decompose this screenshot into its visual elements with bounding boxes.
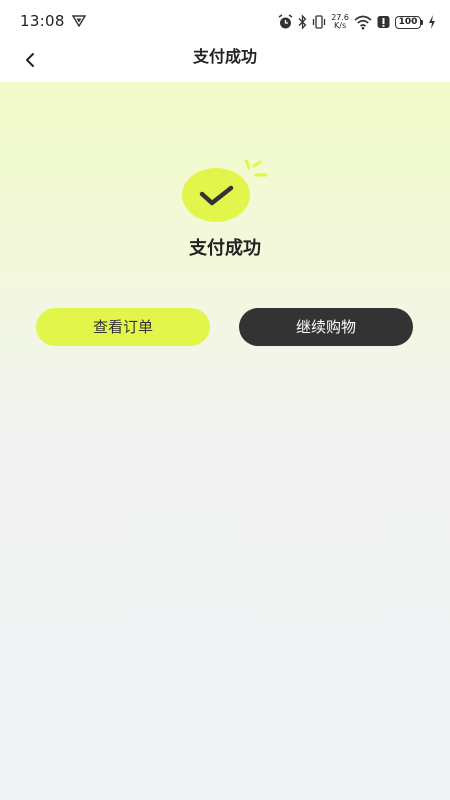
- battery-tip: [421, 19, 423, 25]
- charging-icon: [429, 15, 435, 29]
- success-check-icon: [182, 160, 268, 222]
- network-speed-unit: K/s: [334, 21, 347, 30]
- network-speed: 27.6 K/s: [331, 14, 349, 30]
- status-icons: 27.6 K/s 100: [278, 13, 436, 31]
- status-bar: 13:08 27.6 K/s 100: [0, 0, 450, 44]
- wifi-icon: [354, 15, 372, 30]
- battery-level: 100: [395, 15, 421, 29]
- alert-icon: [377, 16, 390, 28]
- view-order-button[interactable]: 查看订单: [36, 308, 210, 346]
- page-title: 支付成功: [192, 47, 257, 66]
- vibrate-icon: [313, 15, 326, 29]
- continue-shopping-button[interactable]: 继续购物: [239, 308, 413, 346]
- payment-result-panel: 支付成功 查看订单 继续购物: [0, 82, 450, 800]
- vpn-shield-icon: [72, 15, 86, 27]
- nav-bar: 支付成功: [0, 44, 450, 82]
- result-title: 支付成功: [189, 238, 261, 259]
- battery-indicator: 100: [395, 15, 423, 29]
- alarm-icon: [278, 14, 293, 29]
- status-time: 13:08: [20, 12, 65, 30]
- bluetooth-icon: [298, 14, 307, 30]
